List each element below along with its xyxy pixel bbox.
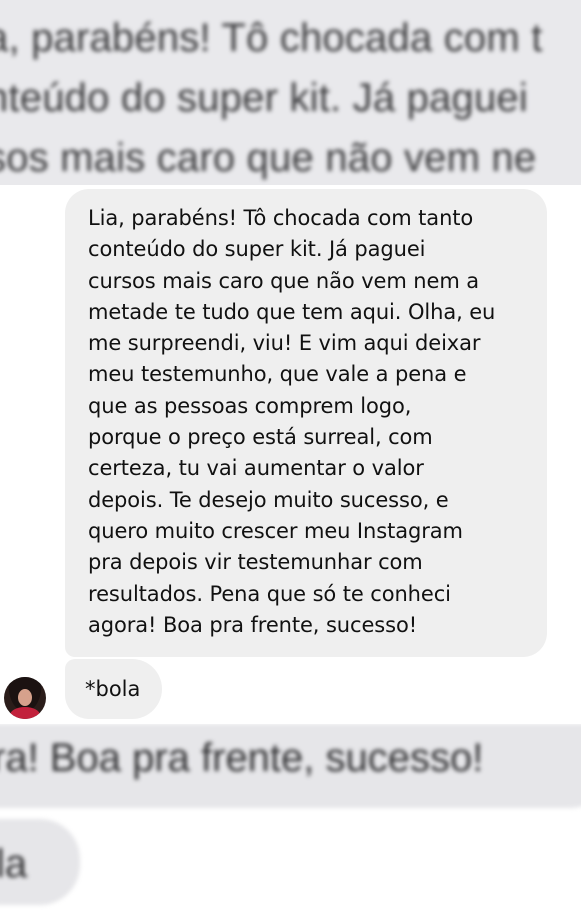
message-bubble-correction[interactable]: *bola	[65, 659, 163, 719]
blurred-bottom-text: ra! Boa pra frente, sucesso!	[0, 736, 484, 780]
blurred-bottom-text-2: la	[0, 842, 28, 886]
message-text: Lia, parabéns! Tô chocada com tanto cont…	[88, 206, 496, 637]
avatar-shirt	[10, 707, 40, 719]
avatar-icon[interactable]	[4, 677, 46, 719]
chat-panel: Lia, parabéns! Tô chocada com tanto cont…	[0, 185, 581, 724]
avatar-face	[18, 689, 32, 706]
message-row: *bola	[0, 659, 581, 719]
message-bubble[interactable]: Lia, parabéns! Tô chocada com tanto cont…	[65, 189, 547, 658]
screenshot-page: a, parabéns! Tô chocada com t nteúdo do …	[0, 0, 581, 910]
blurred-bottom-area: ra! Boa pra frente, sucesso! la	[0, 724, 581, 910]
blurred-top-text: a, parabéns! Tô chocada com t nteúdo do …	[0, 16, 543, 180]
blurred-top-area: a, parabéns! Tô chocada com t nteúdo do …	[0, 0, 581, 185]
